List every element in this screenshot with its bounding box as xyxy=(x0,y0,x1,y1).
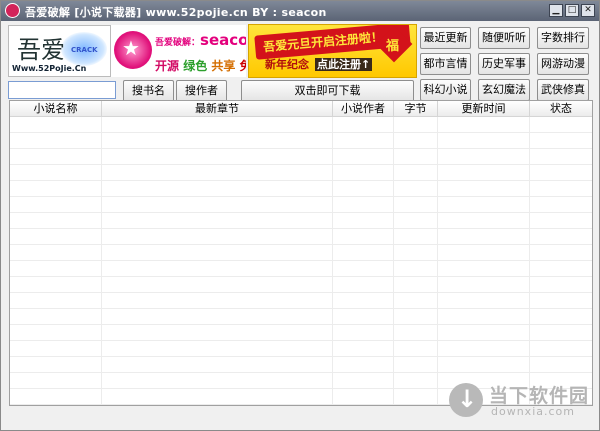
column-header-update-time[interactable]: 更新时间 xyxy=(438,101,530,116)
column-divider xyxy=(332,117,333,405)
column-header-title[interactable]: 小说名称 xyxy=(10,101,102,116)
tag-open-source: 开源 xyxy=(155,59,180,73)
window-title: 吾爱破解 [小说下载器] www.52pojie.cn BY : seacon xyxy=(25,6,327,19)
column-header-status[interactable]: 状态 xyxy=(530,101,592,116)
watermark-name: 当下软件园 xyxy=(489,385,590,407)
tag-free: 免费 xyxy=(240,59,246,73)
title-bar[interactable]: 吾爱破解 [小说下载器] www.52pojie.cn BY : seacon … xyxy=(1,1,599,21)
maximize-button[interactable]: □ xyxy=(565,4,579,17)
site-logo-crack: CRACK xyxy=(71,46,98,54)
search-input[interactable] xyxy=(8,81,116,99)
seacon-prefix: 吾爱破解： xyxy=(155,38,201,48)
fortune-badge-text: 福 xyxy=(386,39,400,54)
novel-list-table[interactable]: 小说名称 最新章节 小说作者 字节 更新时间 状态 xyxy=(9,100,593,406)
app-window: 吾爱破解 [小说下载器] www.52pojie.cn BY : seacon … xyxy=(0,0,600,431)
category-urban-romance-button[interactable]: 都市言情 xyxy=(420,53,471,75)
table-header: 小说名称 最新章节 小说作者 字节 更新时间 状态 xyxy=(10,101,592,117)
category-random-button[interactable]: 随便听听 xyxy=(478,27,530,49)
tag-share: 共享 xyxy=(211,59,236,73)
column-divider xyxy=(437,117,438,405)
tag-green: 绿色 xyxy=(183,59,208,73)
table-body[interactable] xyxy=(10,117,592,405)
banner-new-year: 新年纪念 xyxy=(265,58,309,71)
seacon-brand: 吾爱破解：seacon xyxy=(155,31,246,49)
category-scifi-button[interactable]: 科幻小说 xyxy=(420,79,471,101)
seacon-name: seacon xyxy=(200,31,246,49)
column-divider xyxy=(529,117,530,405)
site-watermark: ↓ 当下软件园 downxia.com xyxy=(449,381,597,421)
category-wordcount-button[interactable]: 字数排行 xyxy=(537,27,589,49)
search-by-author-button[interactable]: 搜作者 xyxy=(176,80,227,102)
watermark-url: downxia.com xyxy=(491,405,575,418)
close-button[interactable]: ✕ xyxy=(581,4,595,17)
registration-banner[interactable]: 吾爱元旦开启注册啦！ 福 新年纪念 点此注册↑ xyxy=(248,24,417,78)
star-glyph-icon: ★ xyxy=(122,36,140,60)
search-by-title-button[interactable]: 搜书名 xyxy=(123,80,174,102)
app-icon xyxy=(5,3,20,18)
site-logo-url: Www.52PoJie.Cn xyxy=(12,64,87,73)
category-game-anime-button[interactable]: 网游动漫 xyxy=(537,53,589,75)
banner-subline: 新年纪念 点此注册↑ xyxy=(265,56,373,72)
column-header-bytes[interactable]: 字节 xyxy=(394,101,438,116)
category-recent-button[interactable]: 最近更新 xyxy=(420,27,471,49)
column-header-author[interactable]: 小说作者 xyxy=(333,101,394,116)
category-history-military-button[interactable]: 历史军事 xyxy=(478,53,530,75)
category-wuxia-button[interactable]: 武侠修真 xyxy=(537,79,589,101)
category-fantasy-button[interactable]: 玄幻魔法 xyxy=(478,79,530,101)
banner-register-link[interactable]: 点此注册↑ xyxy=(315,58,373,71)
minimize-button[interactable]: ▁ xyxy=(549,4,563,17)
column-divider xyxy=(393,117,394,405)
column-divider xyxy=(101,117,102,405)
site-logo[interactable]: 吾爱 CRACK Www.52PoJie.Cn xyxy=(8,25,111,77)
seacon-logo[interactable]: ★ 吾爱破解：seacon 开源 绿色 共享 免费 xyxy=(111,25,246,77)
column-header-latest-chapter[interactable]: 最新章节 xyxy=(102,101,333,116)
seacon-tags: 开源 绿色 共享 免费 xyxy=(155,57,246,74)
arrow-down-glyph-icon: ↓ xyxy=(457,385,478,413)
download-hint-button[interactable]: 双击即可下载 xyxy=(241,80,414,102)
site-logo-title: 吾爱 xyxy=(17,36,65,64)
